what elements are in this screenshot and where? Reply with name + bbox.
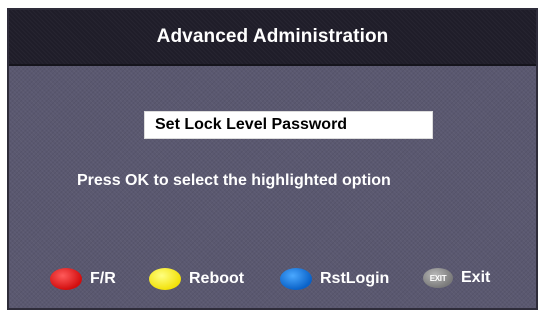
- page-title: Advanced Administration: [156, 26, 389, 47]
- admin-dialog: Advanced Administration Set Lock Level P…: [7, 8, 538, 310]
- fr-label: F/R: [90, 270, 116, 287]
- rstlogin-button[interactable]: RstLogin: [280, 268, 389, 290]
- reboot-label: Reboot: [189, 270, 245, 287]
- yellow-button-icon: [149, 268, 181, 290]
- blue-button-icon: [280, 268, 312, 290]
- exit-button-icon: EXIT: [423, 268, 453, 288]
- fr-button[interactable]: F/R: [50, 268, 116, 290]
- exit-label: Exit: [461, 269, 491, 286]
- menu-option-label: Set Lock Level Password: [155, 116, 348, 133]
- rstlogin-label: RstLogin: [320, 270, 390, 287]
- title-bar: Advanced Administration: [9, 10, 536, 66]
- reboot-button[interactable]: Reboot: [149, 268, 244, 290]
- menu-option-set-lock-level-password[interactable]: Set Lock Level Password: [144, 111, 433, 139]
- instruction-text: Press OK to select the highlighted optio…: [77, 172, 391, 189]
- exit-button[interactable]: EXIT Exit: [423, 268, 490, 288]
- red-button-icon: [50, 268, 82, 290]
